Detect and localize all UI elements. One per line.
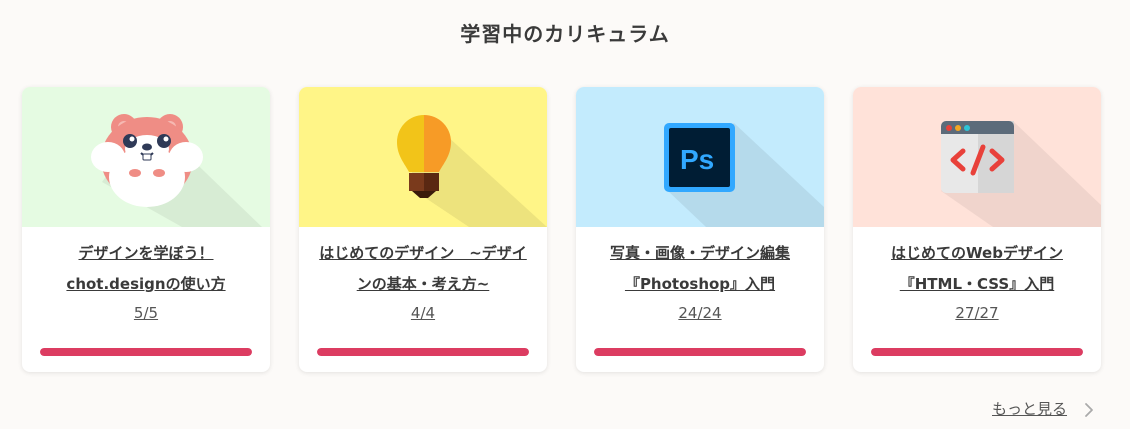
hamster-icon	[91, 114, 262, 227]
course-title-line2[interactable]: 『HTML・CSS』入門	[853, 269, 1101, 300]
progress-bar	[871, 348, 1083, 356]
course-title-line1[interactable]: はじめてのデザイン ~デザイ	[299, 238, 547, 269]
progress-bar-fill	[317, 348, 529, 356]
progress-count: 4/4	[410, 304, 436, 322]
course-title-line2[interactable]: chot.designの使い方	[22, 269, 270, 300]
progress-bar	[40, 348, 252, 356]
progress-bar	[594, 348, 806, 356]
progress-count: 27/27	[955, 304, 999, 322]
course-thumbnail: Ps	[576, 87, 824, 227]
progress-bar-fill	[40, 348, 252, 356]
course-card[interactable]: はじめてのデザイン ~デザイ ンの基本・考え方~ 4/4	[299, 87, 547, 372]
course-title-line1[interactable]: 写真・画像・デザイン編集	[576, 238, 824, 269]
course-title-line2[interactable]: ンの基本・考え方~	[299, 269, 547, 300]
course-thumbnail	[299, 87, 547, 227]
course-card[interactable]: はじめてのWebデザイン 『HTML・CSS』入門 27/27	[853, 87, 1101, 372]
course-thumbnail	[22, 87, 270, 227]
svg-text:Ps: Ps	[680, 144, 714, 175]
progress-bar-fill	[594, 348, 806, 356]
lightbulb-icon	[397, 115, 547, 227]
photoshop-icon: Ps	[664, 123, 824, 227]
course-title-line2[interactable]: 『Photoshop』入門	[576, 269, 824, 300]
progress-count: 5/5	[133, 304, 159, 322]
browser-code-icon	[941, 121, 1101, 227]
chevron-right-icon[interactable]	[1083, 401, 1095, 419]
section-title: 学習中のカリキュラム	[460, 22, 670, 46]
progress-bar	[317, 348, 529, 356]
progress-bar-fill	[871, 348, 1083, 356]
course-title-line1[interactable]: デザインを学ぼう！	[22, 238, 270, 269]
course-thumbnail	[853, 87, 1101, 227]
course-card[interactable]: Ps 写真・画像・デザイン編集 『Photoshop』入門 24/24	[576, 87, 824, 372]
course-title-line1[interactable]: はじめてのWebデザイン	[853, 238, 1101, 269]
see-more-link[interactable]: もっと見る	[992, 398, 1067, 419]
course-card-list: デザインを学ぼう！ chot.designの使い方 5/5 はじめてのデザイン …	[22, 87, 1101, 372]
course-card[interactable]: デザインを学ぼう！ chot.designの使い方 5/5	[22, 87, 270, 372]
progress-count: 24/24	[678, 304, 722, 322]
